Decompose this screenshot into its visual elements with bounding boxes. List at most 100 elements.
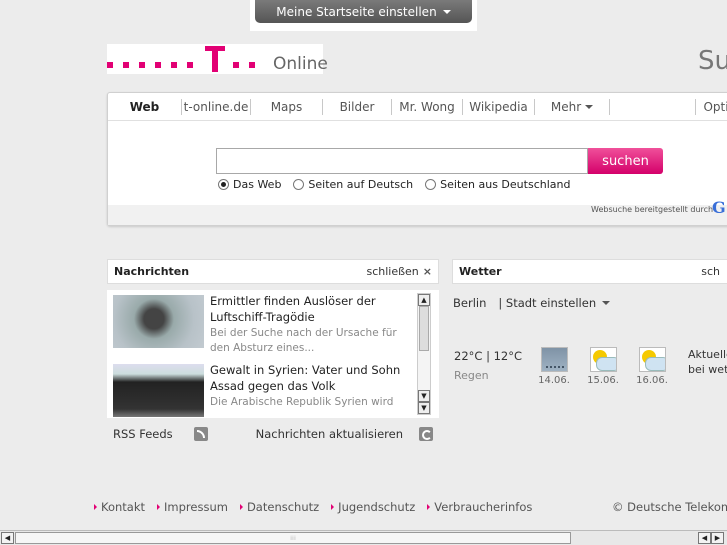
close-label: schließen xyxy=(366,265,419,278)
provided-by-text: Websuche bereitgestellt durch xyxy=(591,205,714,214)
tab-mehr[interactable]: Mehr xyxy=(535,99,610,115)
scroll-down-icon[interactable]: ▼ xyxy=(418,402,430,414)
copyright: © Deutsche Telekom xyxy=(612,500,727,514)
footer-link-datenschutz[interactable]: Datenschutz xyxy=(239,500,320,514)
t-online-logo[interactable]: Online xyxy=(107,44,328,74)
sun-cloud-icon xyxy=(638,347,666,372)
search-input[interactable] xyxy=(216,148,588,174)
scroll-left-alt-icon[interactable]: ◀ xyxy=(698,532,711,544)
rss-feeds-link[interactable]: RSS Feeds xyxy=(113,427,173,441)
top-tab-area: Meine Startseite einstellen xyxy=(250,0,477,31)
radio-label: Seiten aus Deutschland xyxy=(440,178,571,191)
tab-mr-wong[interactable]: Mr. Wong xyxy=(392,99,463,115)
refresh-news-link[interactable]: Nachrichten aktualisieren xyxy=(256,427,403,441)
arrow-right-icon xyxy=(427,504,431,510)
search-panel: Web t-online.de Maps Bilder Mr. Wong Wik… xyxy=(107,92,727,226)
customize-startpage-button[interactable]: Meine Startseite einstellen xyxy=(255,0,472,23)
news-widget: Nachrichten schließen × Ermittler finden… xyxy=(107,259,439,449)
set-city-link[interactable]: | Stadt einstellen xyxy=(498,296,596,310)
brand-heading-cut: Su xyxy=(698,46,727,76)
news-title: Nachrichten xyxy=(114,265,190,278)
radio-unchecked-icon xyxy=(425,179,437,190)
footer-link-verbraucherinfos[interactable]: Verbraucherinfos xyxy=(427,500,532,514)
radio-das-web[interactable]: Das Web xyxy=(218,178,281,191)
logo-dot xyxy=(139,62,145,68)
tab-empty xyxy=(610,99,696,115)
rain-icon xyxy=(540,347,568,372)
forecast-day: 16.06. xyxy=(634,347,670,386)
scroll-up-icon[interactable]: ▲ xyxy=(418,294,430,306)
horizontal-scrollbar[interactable]: ◀ ⁞⁞⁞ ◀ ▶ xyxy=(0,530,727,545)
rss-icon[interactable] xyxy=(193,427,208,441)
weather-title: Wetter xyxy=(459,265,502,278)
tab-web[interactable]: Web xyxy=(108,99,181,122)
close-icon: × xyxy=(422,265,432,278)
forecast-date: 14.06. xyxy=(538,375,570,386)
weather-side-text: Aktuelle bei wett xyxy=(688,347,727,377)
news-item[interactable]: Gewalt in Syrien: Vater und Sohn Assad g… xyxy=(113,362,413,418)
footer-links: Kontakt Impressum Datenschutz Jugendschu… xyxy=(94,500,532,514)
news-footer: RSS Feeds Nachrichten aktualisieren xyxy=(107,421,439,447)
footer-link-kontakt[interactable]: Kontakt xyxy=(94,500,145,514)
tab-optionen[interactable]: Opti xyxy=(696,99,727,115)
news-thumbnail[interactable] xyxy=(113,295,204,348)
arrow-right-icon xyxy=(239,504,243,510)
radio-seiten-auf-deutsch[interactable]: Seiten auf Deutsch xyxy=(293,178,413,191)
tab-bilder[interactable]: Bilder xyxy=(323,99,392,115)
google-logo: G xyxy=(712,198,726,217)
weather-city-row: Berlin | Stadt einstellen xyxy=(453,296,611,310)
scroll-right-icon[interactable]: ▶ xyxy=(711,532,724,544)
chevron-down-icon xyxy=(585,105,594,109)
scroll-thumb[interactable] xyxy=(419,306,429,351)
radio-unchecked-icon xyxy=(293,179,305,190)
radio-label: Seiten auf Deutsch xyxy=(308,178,414,191)
search-button[interactable]: suchen xyxy=(588,148,663,174)
arrow-right-icon xyxy=(157,504,161,510)
search-tabs: Web t-online.de Maps Bilder Mr. Wong Wik… xyxy=(108,93,727,122)
radio-seiten-aus-deutschland[interactable]: Seiten aus Deutschland xyxy=(425,178,570,191)
logo-dot xyxy=(123,62,129,68)
scroll-down-alt-icon[interactable]: ▼ xyxy=(418,390,430,402)
news-close-button[interactable]: schließen × xyxy=(366,265,432,278)
footer-link-jugendschutz[interactable]: Jugendschutz xyxy=(331,500,415,514)
logo-dot xyxy=(107,62,113,68)
news-item[interactable]: Ermittler finden Auslöser der Luftschiff… xyxy=(113,293,413,357)
news-scrollbar[interactable]: ▲ ▼ ▼ xyxy=(417,293,431,415)
scroll-thumb[interactable]: ⁞⁞⁞ xyxy=(15,532,571,544)
footer-link-impressum[interactable]: Impressum xyxy=(157,500,228,514)
refresh-icon[interactable] xyxy=(419,427,433,441)
tab-t-online[interactable]: t-online.de xyxy=(181,99,251,115)
search-scope-options: Das Web Seiten auf Deutsch Seiten aus De… xyxy=(218,178,570,191)
weather-close-button[interactable]: sch xyxy=(701,265,720,278)
weather-side-line: Aktuelle xyxy=(688,348,727,361)
chevron-down-icon xyxy=(442,9,451,14)
footer-link-label: Kontakt xyxy=(101,500,146,514)
tabs-divider xyxy=(108,120,727,121)
forecast-date: 15.06. xyxy=(587,375,619,386)
news-item-title[interactable]: Gewalt in Syrien: Vater und Sohn Assad g… xyxy=(210,362,410,394)
news-text: Gewalt in Syrien: Vater und Sohn Assad g… xyxy=(210,362,410,410)
weather-header: Wetter sch xyxy=(452,259,727,284)
tab-maps[interactable]: Maps xyxy=(251,99,323,115)
news-header: Nachrichten schließen × xyxy=(107,259,439,284)
scroll-left-icon[interactable]: ◀ xyxy=(1,532,14,544)
sun-cloud-icon xyxy=(589,347,617,372)
news-list: Ermittler finden Auslöser der Luftschiff… xyxy=(107,290,439,418)
news-thumbnail[interactable] xyxy=(113,364,204,417)
footer-link-label: Datenschutz xyxy=(246,500,320,514)
tab-wikipedia[interactable]: Wikipedia xyxy=(463,99,535,115)
arrow-right-icon xyxy=(94,504,97,510)
news-item-desc: Bei der Suche nach der Ursache für den A… xyxy=(210,327,397,354)
forecast-day: 15.06. xyxy=(585,347,621,386)
weather-condition: Regen xyxy=(454,369,489,382)
arrow-right-icon xyxy=(331,504,335,510)
customize-startpage-label: Meine Startseite einstellen xyxy=(276,4,437,19)
logo-text: Online xyxy=(273,54,328,74)
radio-label: Das Web xyxy=(233,178,282,191)
news-item-title[interactable]: Ermittler finden Auslöser der Luftschiff… xyxy=(210,293,410,325)
logo-dot xyxy=(187,62,193,68)
footer-link-label: Jugendschutz xyxy=(338,500,416,514)
logo-dot xyxy=(249,62,255,68)
news-item-desc: Die Arabische Republik Syrien wird xyxy=(210,396,394,408)
weather-widget: Wetter sch Berlin | Stadt einstellen 22°… xyxy=(452,259,727,399)
